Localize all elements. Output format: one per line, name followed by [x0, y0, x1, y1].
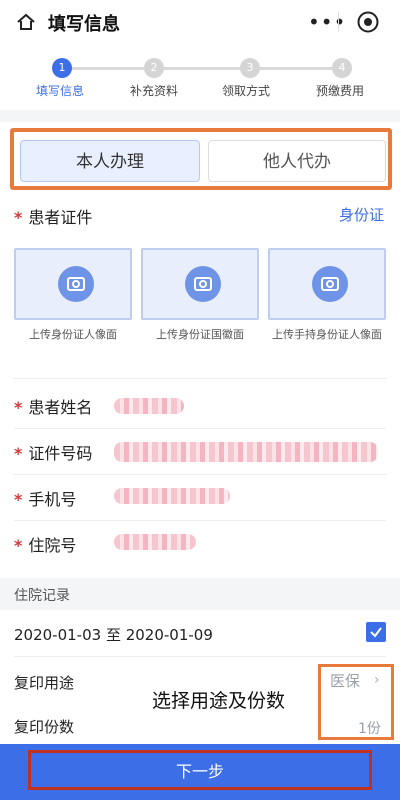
hospital-record-checkbox[interactable] — [366, 622, 386, 642]
copy-purpose-label: 复印用途 — [14, 674, 75, 692]
capsule-divider — [338, 12, 339, 32]
close-miniprogram-icon[interactable] — [356, 10, 380, 34]
required-marker: * — [14, 208, 23, 227]
id-number-value-redacted[interactable] — [114, 442, 378, 462]
phone-label: * 手机号 — [14, 486, 76, 510]
upload-id-handheld-card[interactable] — [268, 248, 386, 320]
next-button[interactable]: 下一步 — [0, 758, 400, 782]
divider — [14, 378, 386, 379]
camera-icon — [185, 266, 221, 302]
inpatient-number-label: * 住院号 — [14, 532, 76, 556]
divider — [14, 520, 386, 521]
divider — [14, 474, 386, 475]
phone-label-text: 手机号 — [28, 490, 77, 509]
upload-id-front-caption: 上传身份证人像面 — [29, 328, 117, 341]
step-1-label: 填写信息 — [36, 84, 85, 98]
divider — [14, 428, 386, 429]
required-marker: * — [14, 490, 23, 509]
home-icon[interactable] — [16, 12, 36, 32]
page-title: 填写信息 — [48, 14, 120, 35]
id-type-selector[interactable]: 身份证 — [339, 204, 384, 225]
id-number-label: * 证件号码 — [14, 440, 92, 464]
self-apply-button[interactable]: 本人办理 — [20, 140, 200, 182]
step-3-label: 领取方式 — [222, 84, 271, 98]
upload-id-back-card[interactable] — [141, 248, 259, 320]
step-2-label: 补充资料 — [130, 84, 179, 98]
step-1-dot: 1 — [52, 58, 72, 78]
hospital-record-dates: 2020-01-03 至 2020-01-09 — [14, 626, 213, 644]
annotation-text: 选择用途及份数 — [152, 690, 286, 712]
applicant-mode-highlight: 本人办理 他人代办 — [10, 128, 392, 190]
step-4-label: 预缴费用 — [316, 84, 365, 98]
copy-count-stepper[interactable]: 1份 — [358, 718, 381, 738]
upload-id-back-caption: 上传身份证国徽面 — [156, 328, 244, 341]
hospital-records-header: 住院记录 — [0, 578, 400, 610]
upload-id-front-card[interactable] — [14, 248, 132, 320]
inpatient-number-label-text: 住院号 — [28, 536, 77, 555]
upload-id-handheld-caption: 上传手持身份证人像面 — [272, 328, 382, 341]
id-number-label-text: 证件号码 — [28, 444, 93, 463]
copy-count-label: 复印份数 — [14, 718, 75, 736]
section-spacer — [0, 110, 400, 122]
step-3-dot: 3 — [240, 58, 260, 78]
step-connector — [258, 67, 332, 70]
step-connector — [70, 67, 144, 70]
patient-name-label-text: 患者姓名 — [28, 398, 93, 417]
camera-icon — [312, 266, 348, 302]
required-marker: * — [14, 536, 23, 555]
phone-value-redacted[interactable] — [114, 488, 230, 504]
step-connector — [162, 67, 240, 70]
inpatient-number-value-redacted[interactable] — [114, 534, 196, 550]
more-menu-button[interactable]: ••• — [308, 10, 346, 34]
copy-purpose-select[interactable]: 医保 — [330, 670, 360, 691]
app-header: 填写信息 ••• — [0, 0, 400, 44]
check-icon — [370, 627, 382, 638]
chevron-right-icon: › — [374, 672, 380, 688]
proxy-apply-button[interactable]: 他人代办 — [208, 140, 386, 182]
patient-name-value-redacted[interactable] — [114, 398, 184, 414]
required-marker: * — [14, 398, 23, 417]
patient-id-label: * 患者证件 — [14, 204, 92, 228]
patient-id-label-text: 患者证件 — [28, 208, 93, 227]
step-2-dot: 2 — [144, 58, 164, 78]
hospital-records-title: 住院记录 — [14, 588, 70, 604]
camera-icon — [58, 266, 94, 302]
step-4-dot: 4 — [332, 58, 352, 78]
patient-name-label: * 患者姓名 — [14, 394, 92, 418]
required-marker: * — [14, 444, 23, 463]
divider — [14, 656, 386, 657]
